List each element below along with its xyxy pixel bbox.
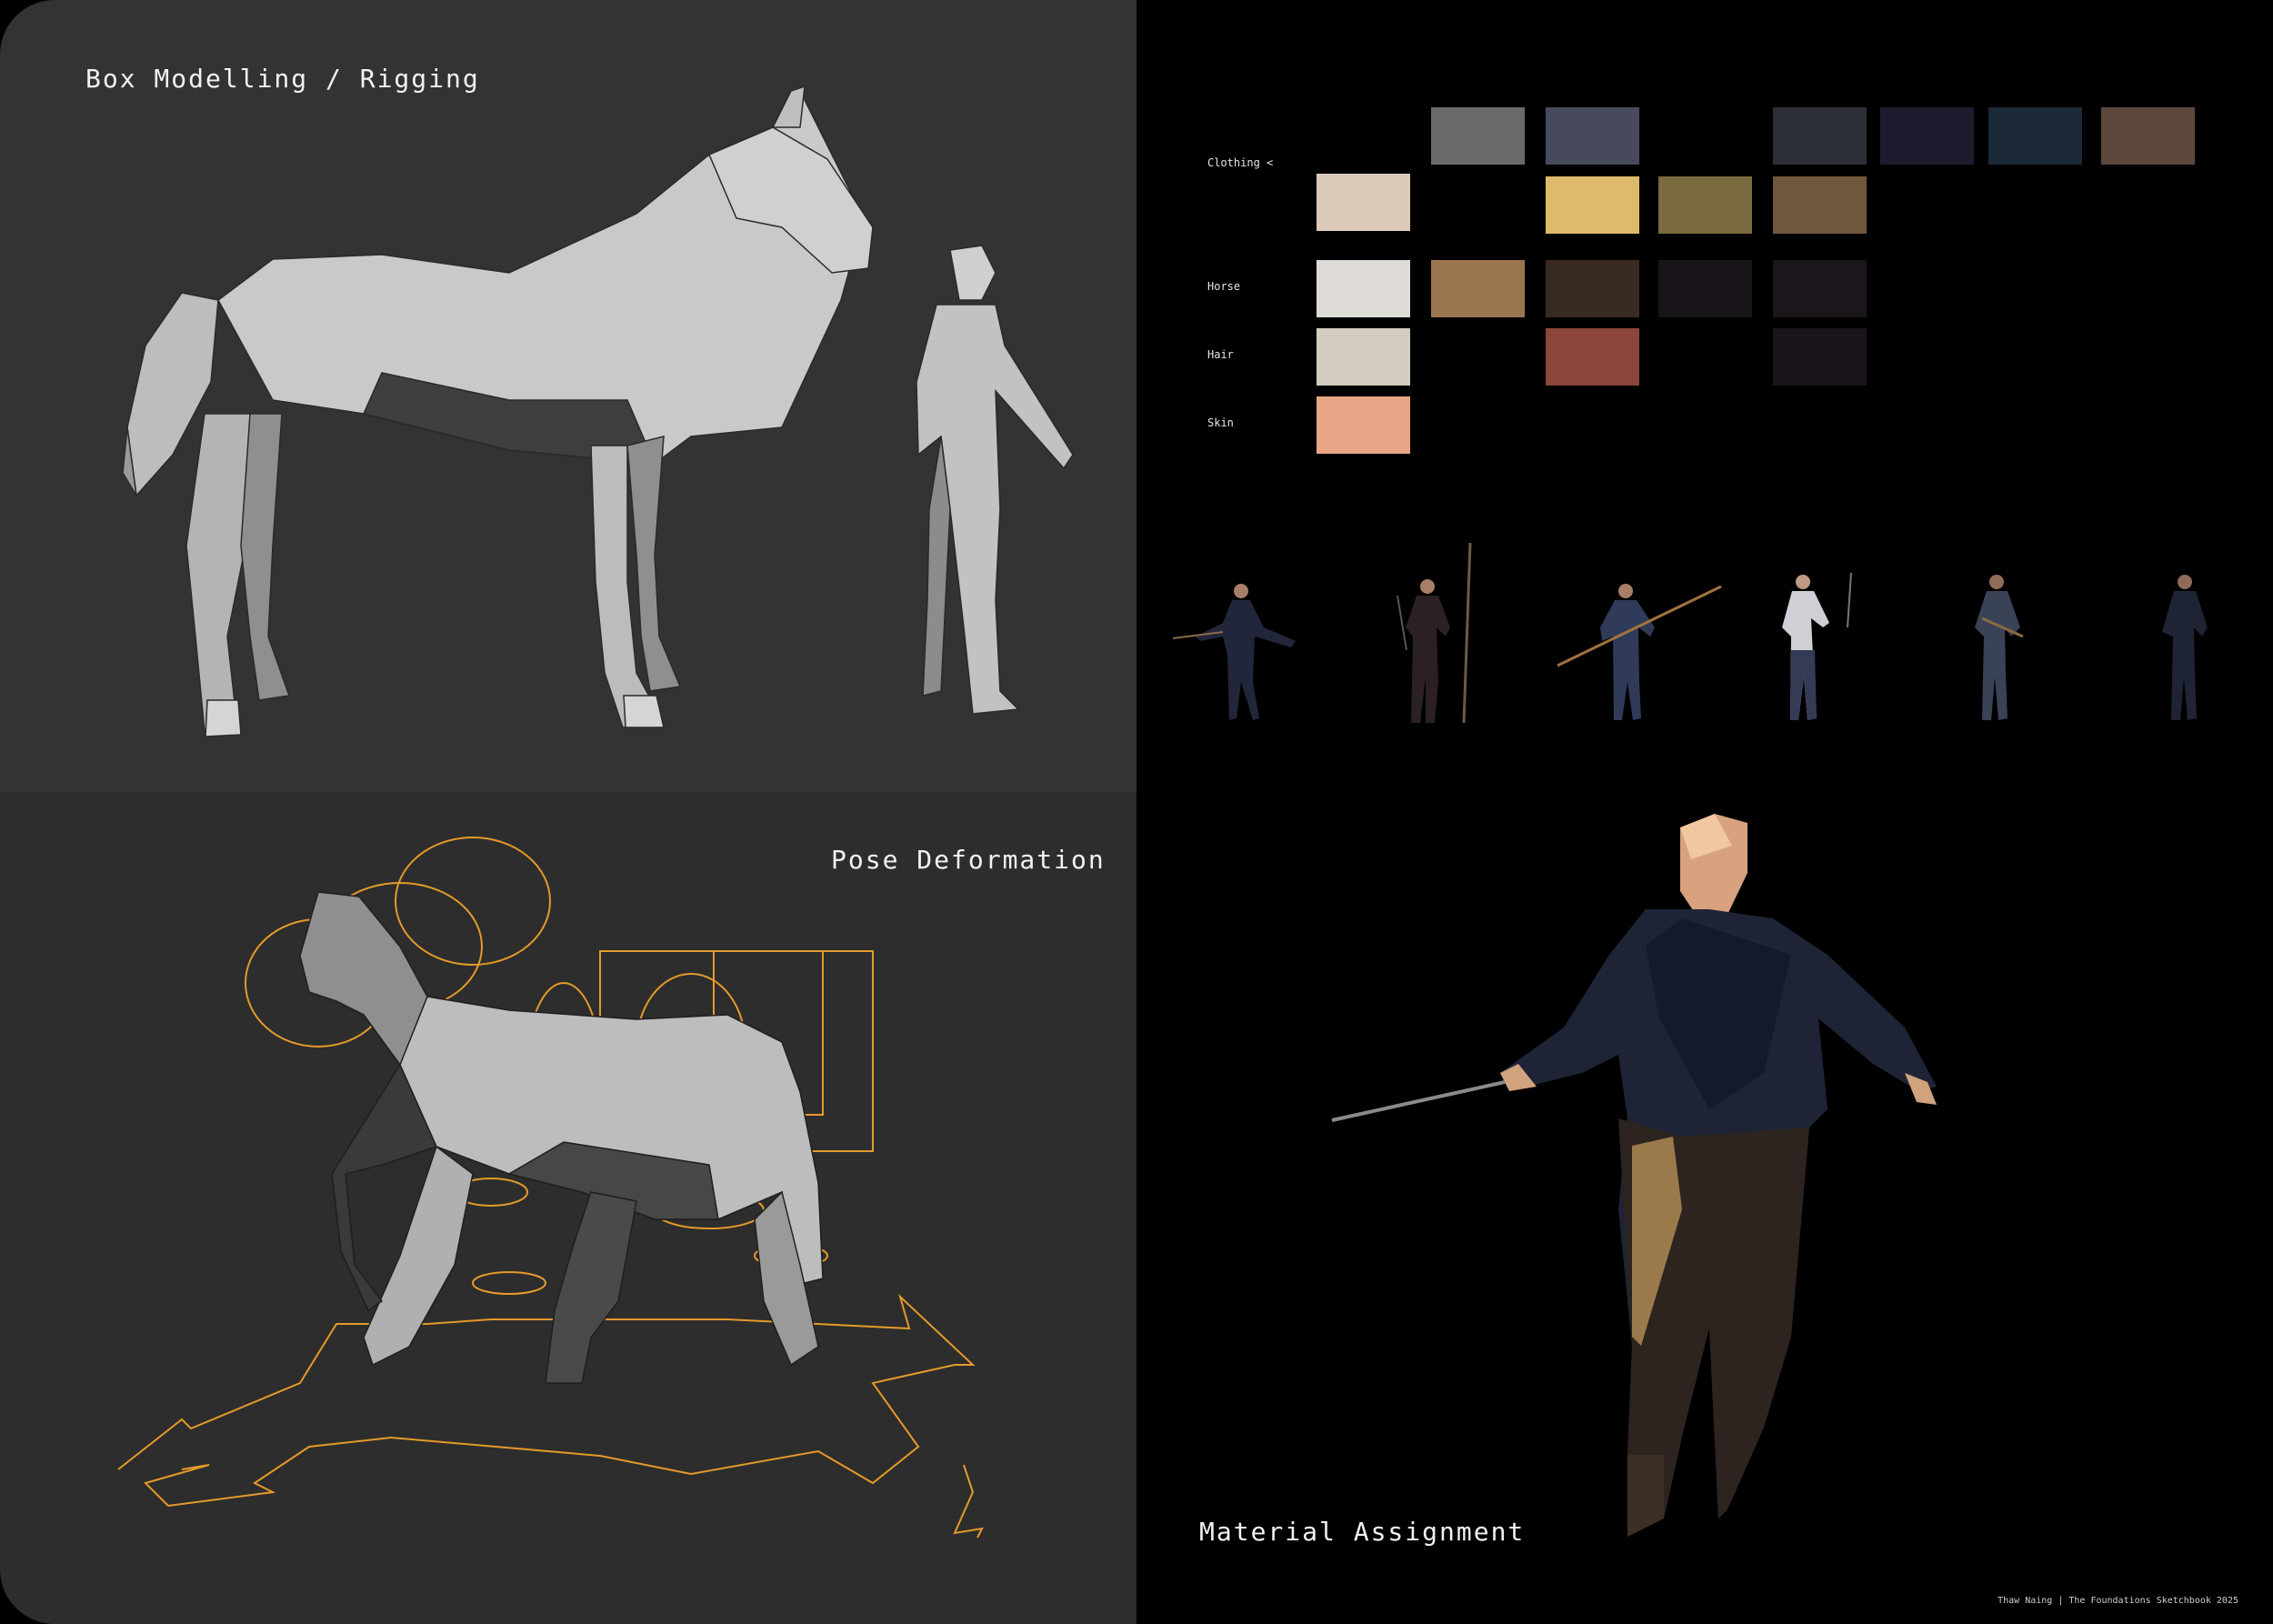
rig-controls <box>117 837 984 1539</box>
character-variant-4 <box>1782 572 1852 720</box>
horse-and-figure-wireframe <box>122 85 1074 737</box>
character-variant-3 <box>1557 584 1722 720</box>
pose-deformation-panel: Pose Deformation <box>0 792 1136 1624</box>
human-base-mesh <box>916 245 1074 715</box>
material-assignment-panel: Clothing < Horse Hair Skin Material Assi… <box>1136 0 2273 1624</box>
lowpoly-character <box>1331 814 1937 1537</box>
credit-line: Thaw Naing | The Foundations Sketchbook … <box>1998 1596 2238 1606</box>
character-variant-1 <box>1172 584 1296 720</box>
box-modelling-panel: Box Modelling / Rigging <box>0 0 1136 792</box>
character-variant-6 <box>2162 575 2208 720</box>
posed-horse-mesh <box>299 891 824 1384</box>
character-variants-row <box>1172 542 2208 724</box>
posed-horse-rig <box>117 837 984 1539</box>
material-assignment-title: Material Assignment <box>1199 1517 1526 1547</box>
character-variant-5 <box>1975 575 2024 720</box>
horse-mesh <box>122 85 874 737</box>
character-variant-2 <box>1397 542 1472 724</box>
